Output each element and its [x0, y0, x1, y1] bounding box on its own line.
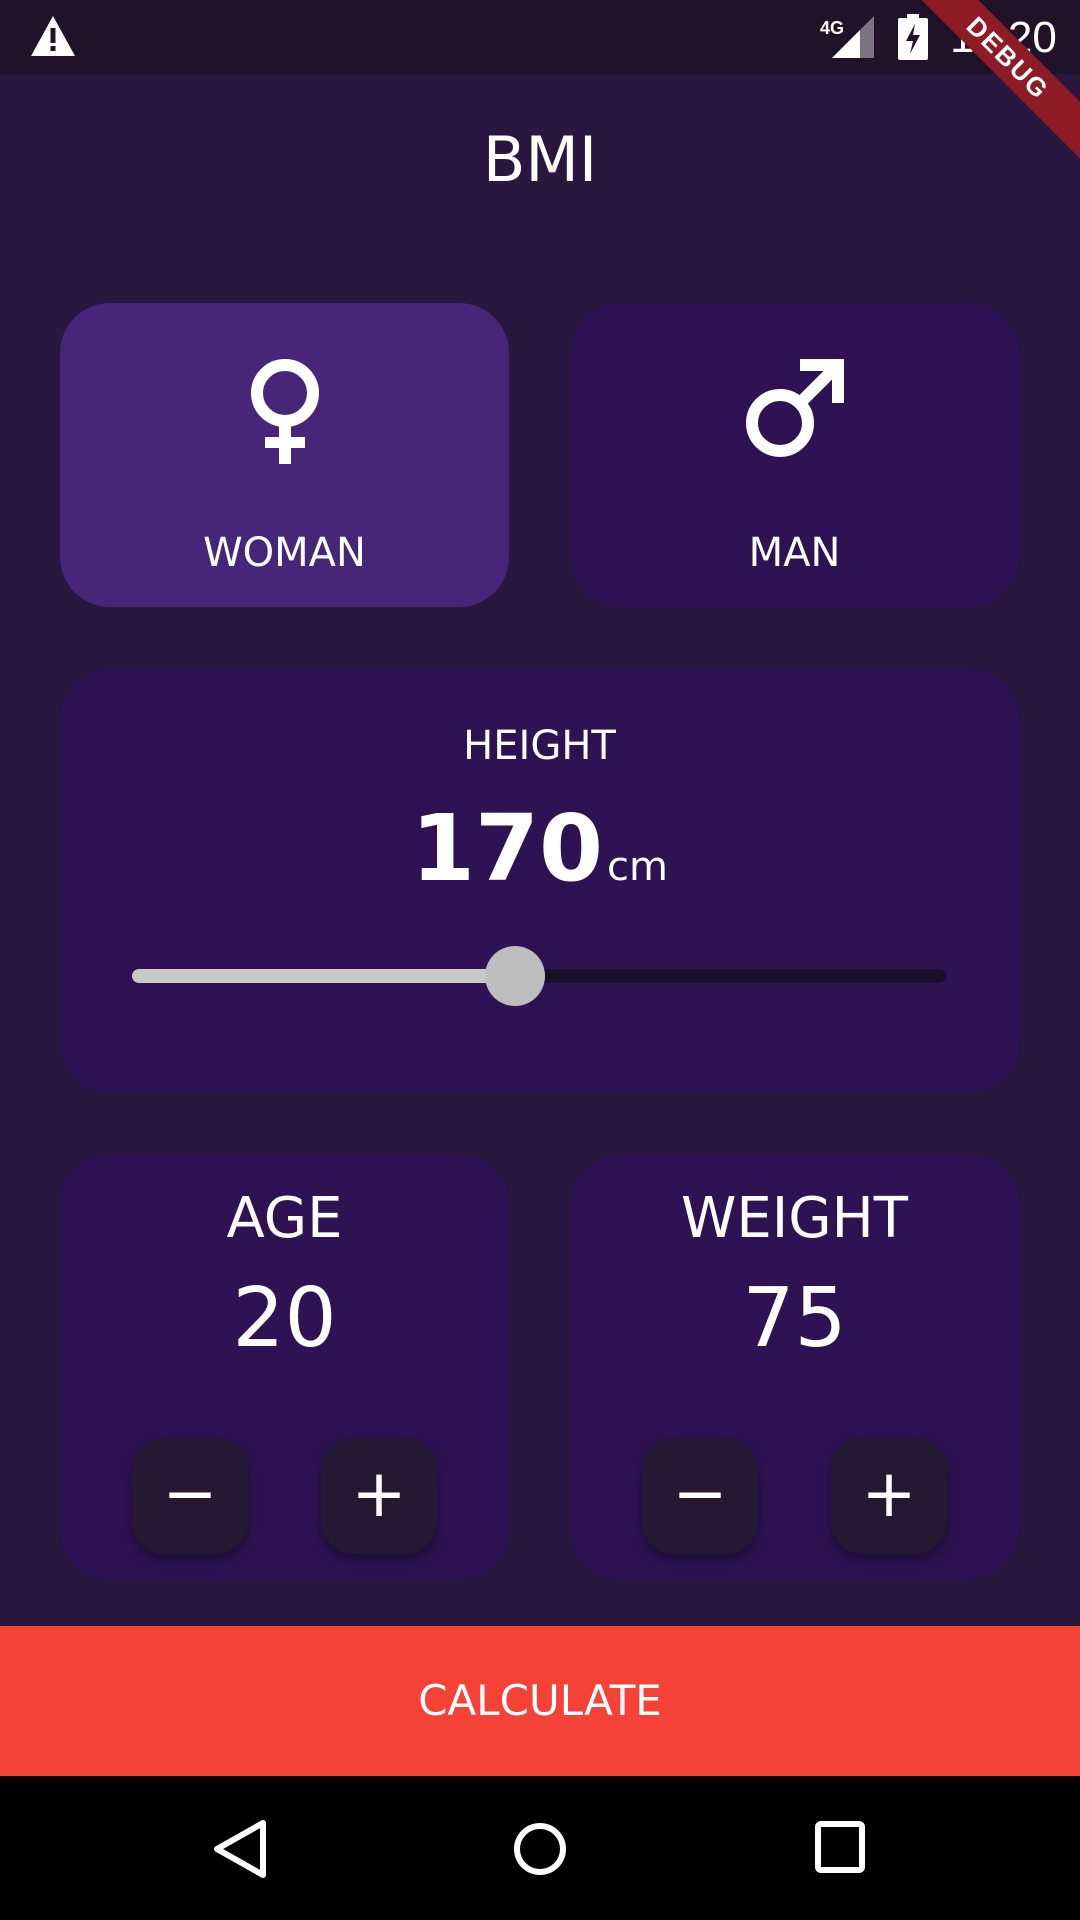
woman-label: WOMAN [203, 530, 366, 576]
app-title: BMI [482, 123, 598, 196]
signal-icon: 4G [820, 16, 874, 58]
age-card: AGE 20 − + [60, 1154, 509, 1579]
male-icon [745, 359, 844, 457]
weight-label: WEIGHT [681, 1186, 908, 1251]
height-value: 170 [410, 795, 604, 902]
navigation-bar [0, 1776, 1080, 1920]
height-slider-fill [132, 969, 515, 983]
weight-value: 75 [742, 1271, 847, 1366]
height-card: HEIGHT 170 cm [60, 669, 1019, 1093]
warning-icon [31, 16, 75, 56]
age-increment-button[interactable]: + [321, 1438, 437, 1554]
svg-text:4G: 4G [820, 18, 844, 38]
weight-increment-button[interactable]: + [831, 1438, 947, 1554]
weight-card: WEIGHT 75 − + [570, 1154, 1019, 1579]
calculate-button[interactable]: CALCULATE [0, 1626, 1080, 1776]
recents-icon[interactable] [815, 1821, 865, 1873]
height-value-row: 170 cm [60, 794, 1019, 904]
height-label: HEIGHT [463, 723, 616, 769]
age-decrement-button[interactable]: − [132, 1438, 248, 1554]
weight-decrement-button[interactable]: − [642, 1438, 758, 1554]
age-value: 20 [232, 1271, 337, 1366]
height-slider-thumb[interactable] [484, 946, 545, 1006]
height-slider[interactable] [132, 946, 946, 1006]
man-card[interactable]: MAN [570, 303, 1019, 607]
status-bar: 4G 11:20 DEBUG [0, 0, 1080, 165]
man-label: MAN [748, 530, 841, 576]
home-icon[interactable] [513, 1819, 567, 1879]
height-unit: cm [607, 844, 668, 890]
back-icon[interactable] [213, 1819, 267, 1879]
battery-icon [898, 14, 928, 60]
woman-card[interactable]: WOMAN [60, 303, 509, 607]
female-icon [250, 359, 319, 464]
age-label: AGE [226, 1186, 343, 1251]
